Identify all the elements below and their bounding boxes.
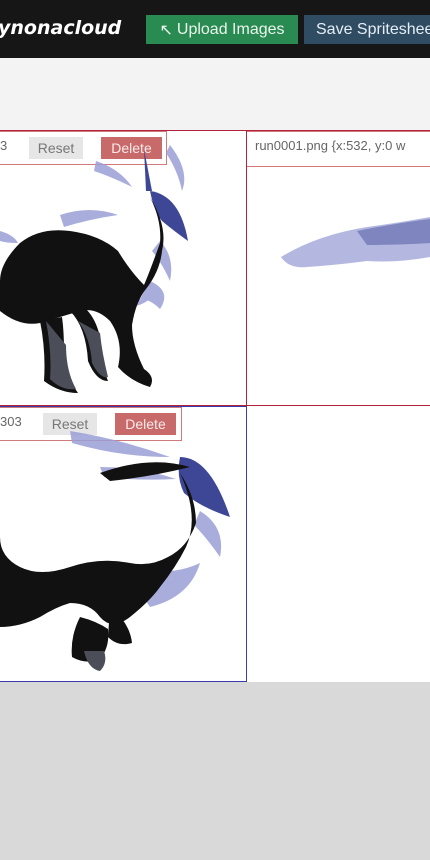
upload-images-label: Upload Images	[176, 20, 285, 38]
sprite-image	[281, 217, 430, 268]
spritesheet-grid: 3 Reset Delete run0001.png {x:532, y:0 w…	[0, 130, 430, 682]
sprite-frame-3[interactable]: 303 Reset Delete	[0, 406, 247, 682]
sprite-frame-1[interactable]: 3 Reset Delete	[0, 130, 247, 406]
arrow-up-left-icon: ↖	[159, 21, 173, 39]
page-background	[0, 682, 430, 860]
sprite-image	[0, 145, 188, 393]
sprite-image	[0, 431, 230, 671]
app-brand: ynonacloud	[0, 17, 122, 39]
toolbar-area	[0, 58, 430, 130]
top-bar: ynonacloud ↖ Upload Images Save Spritesh…	[0, 0, 430, 58]
upload-images-button[interactable]: ↖ Upload Images	[146, 15, 298, 44]
sprite-frame-2[interactable]: run0001.png {x:532, y:0 w	[247, 130, 430, 406]
save-spritesheet-button[interactable]: Save Spritesheet	[304, 15, 430, 44]
sprite-frame-4[interactable]	[247, 406, 430, 682]
